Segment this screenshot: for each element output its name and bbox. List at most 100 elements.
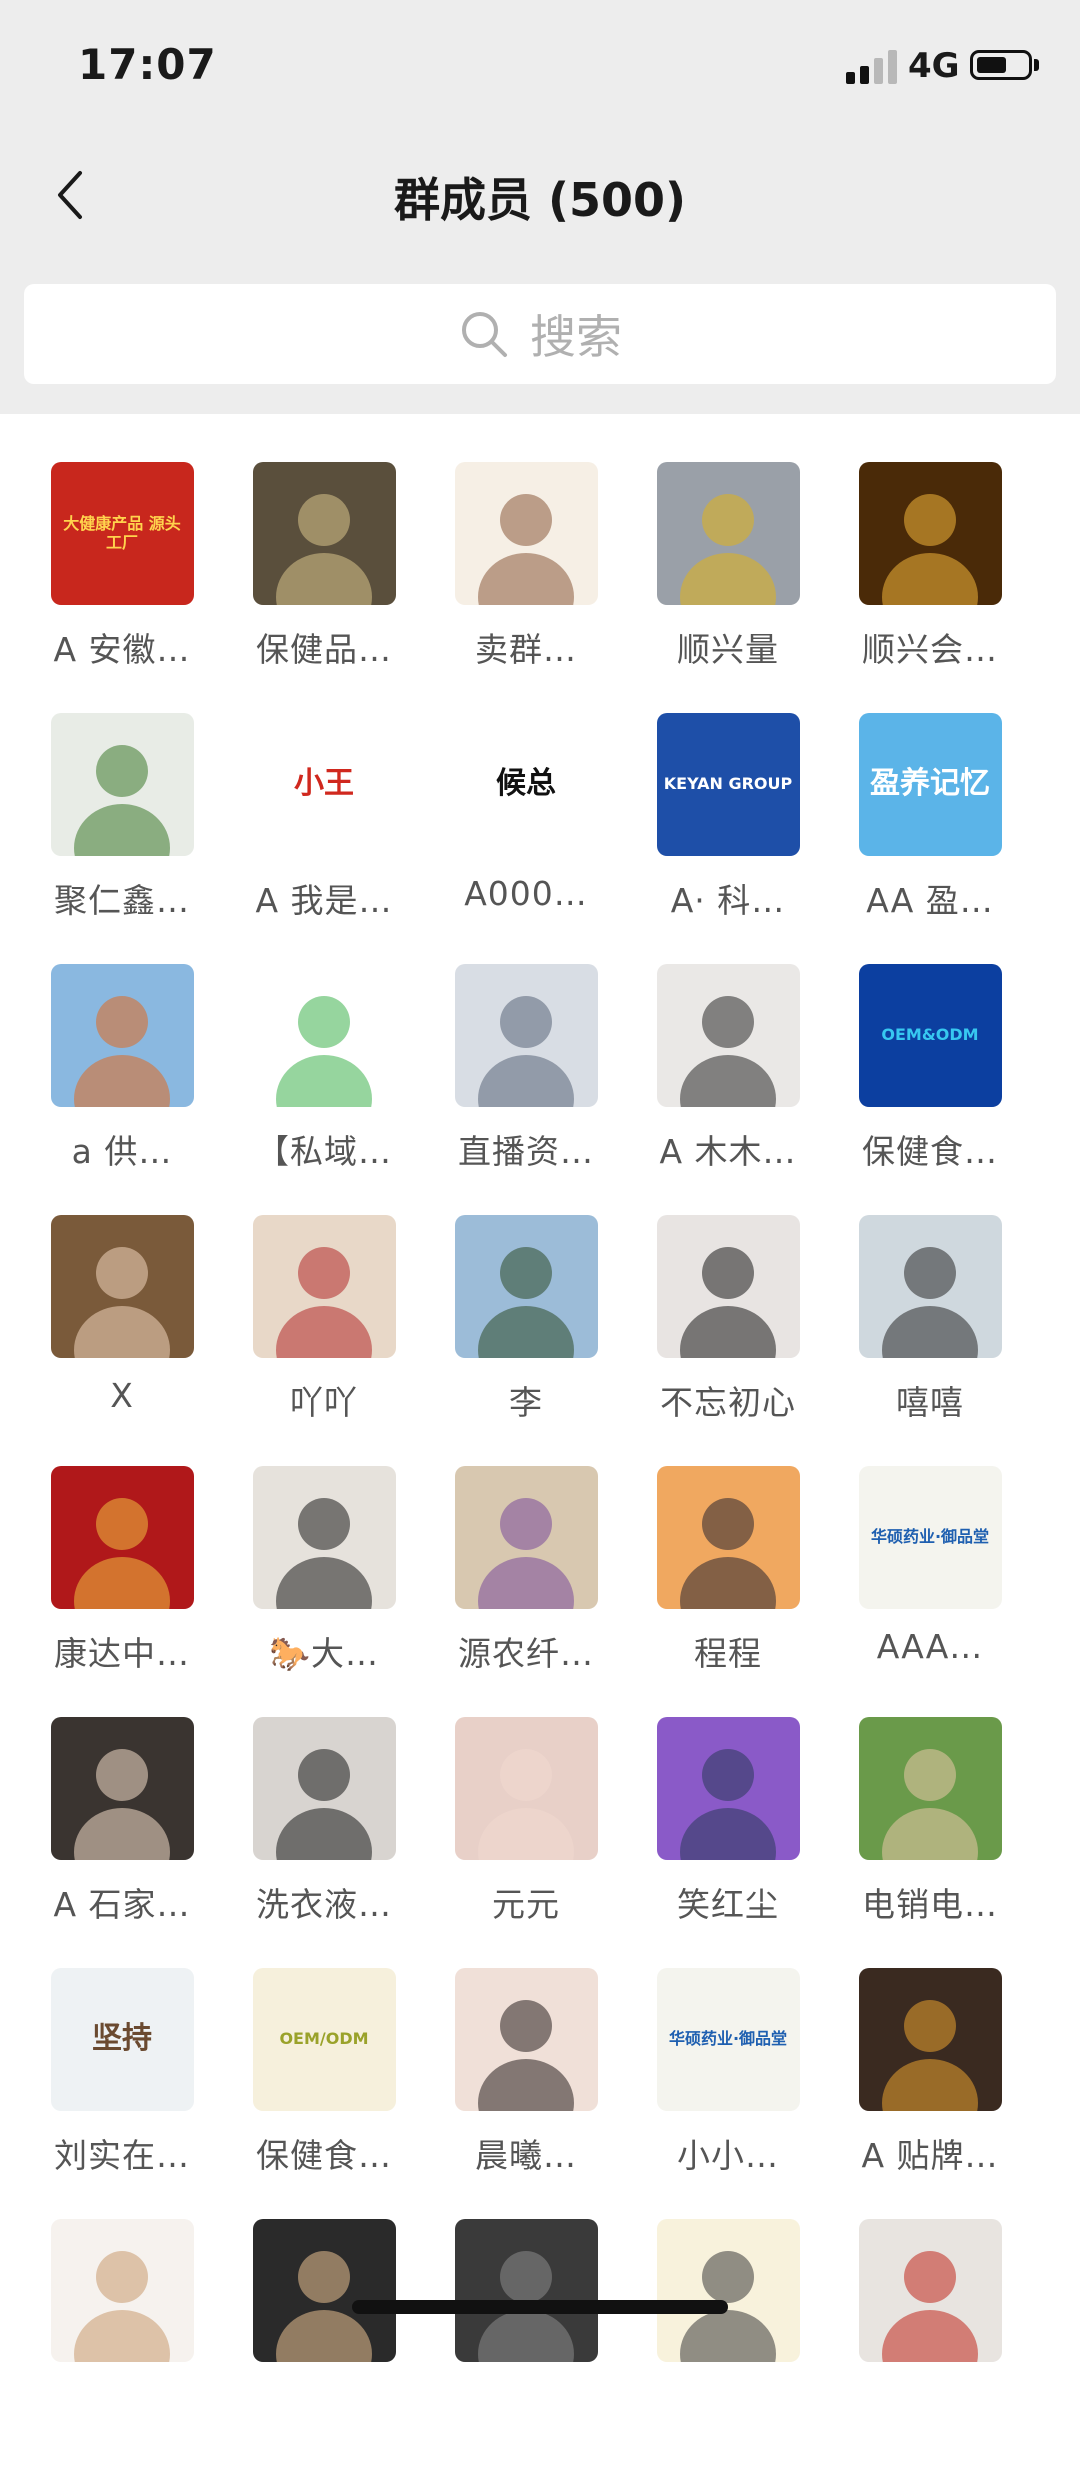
member-item[interactable]: 顺兴量 bbox=[627, 462, 829, 713]
member-item[interactable]: 盈养记忆 AA 盈… bbox=[829, 713, 1031, 964]
member-item[interactable]: 电销电… bbox=[829, 1717, 1031, 1968]
member-item[interactable]: 大健康产品 源头工厂 A 安徽… bbox=[21, 462, 223, 713]
member-avatar: 大健康产品 源头工厂 bbox=[50, 462, 194, 605]
member-name: 顺兴量 bbox=[677, 630, 779, 669]
member-name: AA 盈… bbox=[866, 881, 994, 920]
status-bar: 17:07 4G bbox=[0, 0, 1080, 130]
member-avatar: 华硕药业·御品堂 bbox=[656, 1968, 800, 2111]
member-name: 小小… bbox=[677, 2136, 779, 2175]
member-name: 程程 bbox=[694, 1634, 762, 1673]
member-avatar bbox=[858, 1968, 1002, 2111]
avatar-text: OEM/ODM bbox=[279, 2029, 369, 2049]
member-avatar bbox=[656, 1215, 800, 1358]
member-avatar bbox=[454, 964, 598, 1107]
search-placeholder: 搜索 bbox=[530, 310, 622, 364]
member-item[interactable]: 小王 A 我是… bbox=[223, 713, 425, 964]
member-grid: 大健康产品 源头工厂 A 安徽… 保健品… 卖群… 顺兴量 顺兴会… 聚仁鑫… 小王 A 我是…… bbox=[21, 462, 1061, 2470]
member-name: 🐎大… bbox=[268, 1634, 380, 1673]
member-name: 嘻嘻 bbox=[896, 1383, 964, 1422]
member-avatar: OEM&ODM bbox=[858, 964, 1002, 1107]
member-item[interactable]: A 石家… bbox=[21, 1717, 223, 1968]
member-item[interactable]: 卖群… bbox=[425, 462, 627, 713]
member-name: 晨曦… bbox=[475, 2136, 577, 2175]
member-avatar bbox=[252, 462, 396, 605]
member-name: 保健食… bbox=[256, 2136, 392, 2175]
member-avatar bbox=[252, 2219, 396, 2362]
member-item[interactable]: A 木木… bbox=[627, 964, 829, 1215]
member-name: 保健品… bbox=[256, 630, 392, 669]
avatar-text: 坚持 bbox=[92, 2021, 152, 2057]
signal-icon bbox=[846, 50, 900, 84]
search-input[interactable]: 搜索 bbox=[24, 284, 1056, 384]
page-title: 群成员 (500) bbox=[393, 173, 687, 227]
member-item[interactable]: 顺兴会… bbox=[829, 462, 1031, 713]
battery-level bbox=[977, 57, 1007, 73]
member-name: 顺兴会… bbox=[862, 630, 998, 669]
status-time: 17:07 bbox=[78, 40, 217, 89]
member-item[interactable]: 直播资… bbox=[425, 964, 627, 1215]
avatar-text: OEM&ODM bbox=[881, 1025, 979, 1045]
member-avatar bbox=[252, 1215, 396, 1358]
member-item[interactable]: KEYAN GROUP A· 科… bbox=[627, 713, 829, 964]
member-item[interactable]: 李 bbox=[425, 1215, 627, 1466]
member-name: 洗衣液… bbox=[256, 1885, 392, 1924]
member-item[interactable]: 源农纤… bbox=[425, 1466, 627, 1717]
network-label: 4G bbox=[908, 46, 960, 86]
member-avatar bbox=[656, 1466, 800, 1609]
member-item[interactable]: 华硕药业·御品堂小小… bbox=[627, 1968, 829, 2219]
member-item[interactable]: 晨曦… bbox=[425, 1968, 627, 2219]
member-name: X bbox=[110, 1376, 134, 1415]
member-item[interactable]: A 贴牌… bbox=[829, 1968, 1031, 2219]
member-item[interactable] bbox=[223, 2219, 425, 2470]
member-item[interactable]: 🐎大… bbox=[223, 1466, 425, 1717]
home-indicator bbox=[352, 2300, 728, 2314]
avatar-text: KEYAN GROUP bbox=[663, 774, 793, 794]
nav-bar: 群成员 (500) bbox=[0, 130, 1080, 260]
member-item[interactable] bbox=[425, 2219, 627, 2470]
member-name: A 木木… bbox=[659, 1132, 797, 1171]
member-avatar bbox=[858, 462, 1002, 605]
member-avatar bbox=[50, 1466, 194, 1609]
member-item[interactable]: 嘻嘻 bbox=[829, 1215, 1031, 1466]
member-name: A 我是… bbox=[255, 881, 393, 920]
member-avatar: 华硕药业·御品堂 bbox=[858, 1466, 1002, 1609]
member-avatar: 坚持 bbox=[50, 1968, 194, 2111]
member-item[interactable] bbox=[829, 2219, 1031, 2470]
member-item[interactable]: OEM&ODM 保健食… bbox=[829, 964, 1031, 1215]
member-item[interactable]: 程程 bbox=[627, 1466, 829, 1717]
member-name: 不忘初心 bbox=[660, 1383, 796, 1422]
member-avatar: KEYAN GROUP bbox=[656, 713, 800, 856]
member-avatar bbox=[858, 1717, 1002, 1860]
member-avatar bbox=[252, 1717, 396, 1860]
member-avatar bbox=[252, 964, 396, 1107]
member-item[interactable]: 洗衣液… bbox=[223, 1717, 425, 1968]
member-item[interactable]: 聚仁鑫… bbox=[21, 713, 223, 964]
member-item[interactable] bbox=[21, 2219, 223, 2470]
member-avatar bbox=[50, 2219, 194, 2362]
member-avatar bbox=[50, 1215, 194, 1358]
member-item[interactable]: OEM/ODM 保健食… bbox=[223, 1968, 425, 2219]
member-item[interactable]: 华硕药业·御品堂 AAA… bbox=[829, 1466, 1031, 1717]
member-item[interactable]: 吖吖 bbox=[223, 1215, 425, 1466]
member-name: 元元 bbox=[492, 1885, 560, 1924]
member-item[interactable]: X bbox=[21, 1215, 223, 1466]
member-item[interactable]: 康达中… bbox=[21, 1466, 223, 1717]
member-avatar: 候总 bbox=[454, 713, 598, 856]
member-item[interactable]: 【私域… bbox=[223, 964, 425, 1215]
member-avatar bbox=[454, 2219, 598, 2362]
member-item[interactable] bbox=[627, 2219, 829, 2470]
member-name: A 贴牌… bbox=[861, 2136, 999, 2175]
member-item[interactable]: a 供… bbox=[21, 964, 223, 1215]
member-item[interactable]: 保健品… bbox=[223, 462, 425, 713]
member-item[interactable]: 笑红尘 bbox=[627, 1717, 829, 1968]
member-item[interactable]: 不忘初心 bbox=[627, 1215, 829, 1466]
member-item[interactable]: 元元 bbox=[425, 1717, 627, 1968]
avatar-text: 华硕药业·御品堂 bbox=[870, 1527, 990, 1547]
member-item[interactable]: 候总 A000… bbox=[425, 713, 627, 964]
member-name: 直播资… bbox=[458, 1132, 594, 1171]
member-item[interactable]: 坚持 刘实在… bbox=[21, 1968, 223, 2219]
member-name: 李 bbox=[509, 1383, 543, 1422]
member-name: A000… bbox=[464, 874, 588, 913]
avatar-text: 小王 bbox=[294, 766, 354, 802]
member-avatar bbox=[454, 1968, 598, 2111]
